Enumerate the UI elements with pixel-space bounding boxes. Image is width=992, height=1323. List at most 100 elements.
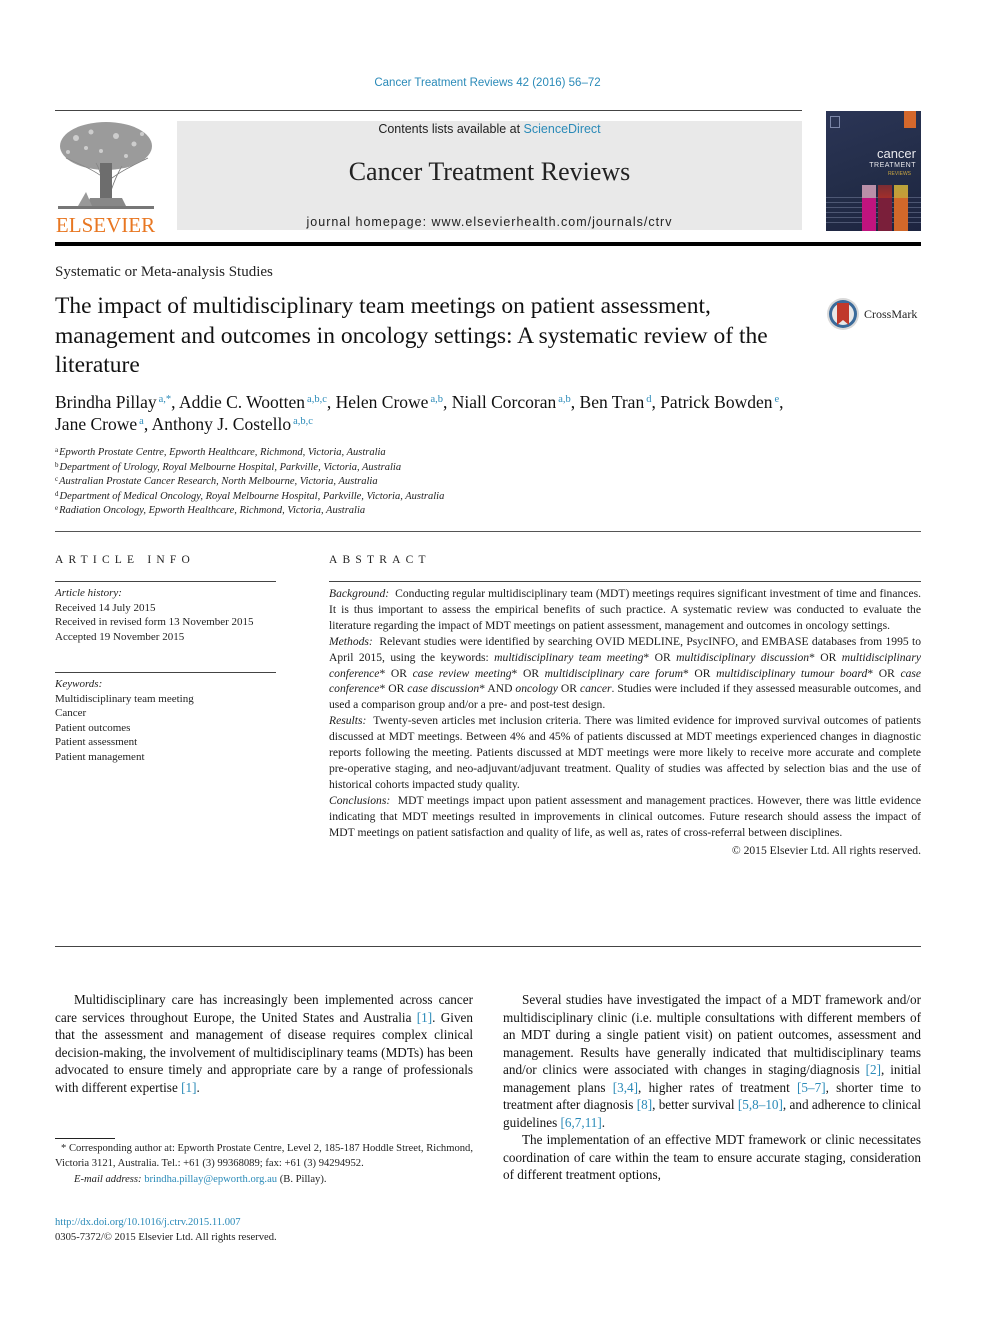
search-keyword: multidisciplinary team meeting (494, 650, 644, 664)
doi-block: http://dx.doi.org/10.1016/j.ctrv.2015.11… (55, 1216, 277, 1245)
keywords: Keywords: Multidisciplinary team meeting… (55, 677, 285, 764)
elsevier-tree-icon (55, 118, 156, 210)
body-text: . (601, 1114, 606, 1130)
elsevier-wordmark: ELSEVIER (55, 213, 156, 237)
search-keyword: case review meeting (412, 666, 512, 680)
journal-cover-image[interactable]: cancer TREATMENT REVIEWS (826, 111, 921, 231)
email-label: E-mail address: (74, 1174, 142, 1185)
conclusions-label: Conclusions: (329, 793, 391, 807)
author: Anthony J. Costello a,b,c (152, 414, 313, 434)
author-affiliation-marker[interactable]: a,* (159, 394, 172, 405)
author-separator: , (443, 392, 452, 412)
author-affiliation-marker[interactable]: a,b (558, 394, 571, 405)
author-separator: , (651, 392, 661, 412)
abstract-rule (329, 581, 921, 582)
methods-label: Methods: (329, 634, 373, 648)
cover-publisher-badge (830, 116, 840, 128)
cover-orange-tab (904, 111, 916, 128)
doi-link[interactable]: http://dx.doi.org/10.1016/j.ctrv.2015.11… (55, 1217, 241, 1228)
affiliation-key: a (55, 446, 59, 454)
crossmark-button[interactable]: CrossMark (826, 297, 917, 331)
methods-fragment: * OR (511, 666, 545, 680)
affiliation-text: Department of Urology, Royal Melbourne H… (59, 461, 402, 473)
author-name[interactable]: Jane Crowe (55, 414, 137, 434)
author-separator: , (570, 392, 580, 412)
header-thick-rule (55, 242, 921, 246)
author-name[interactable]: Anthony J. Costello (152, 414, 292, 434)
body-column-left: Multidisciplinary care has increasingly … (55, 991, 473, 1096)
author-separator: , (779, 392, 784, 412)
abstract-copyright: © 2015 Elsevier Ltd. All rights reserved… (731, 843, 921, 857)
cover-strip-crimson (878, 185, 892, 231)
body-paragraph: Multidisciplinary care has increasingly … (55, 991, 473, 1096)
history-received: Received 14 July 2015 (55, 601, 156, 614)
cover-subtitle-2: REVIEWS (887, 171, 911, 177)
cover-strip-orange (894, 185, 908, 231)
author-name[interactable]: Brindha Pillay (55, 392, 157, 412)
email-line: E-mail address: brindha.pillay@epworth.o… (55, 1173, 473, 1188)
keywords-label: Keywords: (55, 678, 103, 690)
author-name[interactable]: Ben Tran (580, 392, 645, 412)
author-list: Brindha Pillay a,*, Addie C. Wootten a,b,c… (55, 391, 935, 435)
search-keyword: multidisciplinary tumour board (716, 666, 868, 680)
author: Brindha Pillay a,*, (55, 392, 179, 412)
citation-link[interactable]: [3,4] (613, 1080, 638, 1095)
corresponding-author-footnote: * Corresponding author at: Epworth Prost… (55, 1142, 473, 1188)
body-text: Several studies have investigated the im… (503, 992, 921, 1077)
author-affiliation-marker[interactable]: a,b (430, 394, 443, 405)
keyword-item: Patient management (55, 750, 145, 763)
cover-strip-magenta (862, 185, 876, 231)
citation-link[interactable]: [5,8–10] (738, 1097, 783, 1112)
search-keyword: cancer (579, 682, 612, 696)
citation-link[interactable]: [8] (637, 1097, 652, 1112)
history-revised: Received in revised form 13 November 201… (55, 616, 254, 628)
affiliation-text: Department of Medical Oncology, Royal Me… (59, 490, 445, 502)
affiliation-item: bDepartment of Urology, Royal Melbourne … (55, 461, 655, 476)
journal-masthead: Contents lists available at ScienceDirec… (177, 121, 802, 230)
citation-link[interactable]: [2] (866, 1062, 881, 1077)
abstract-body: Background: Conducting regular multidisc… (329, 586, 921, 858)
body-text: The implementation of an effective MDT f… (503, 1132, 921, 1182)
article-history: Article history: Received 14 July 2015 R… (55, 586, 285, 644)
issn-copyright: 0305-7372/© 2015 Elsevier Ltd. All right… (55, 1231, 277, 1243)
citation-link[interactable]: [1] (181, 1080, 196, 1095)
author: Niall Corcoran a,b, (452, 392, 580, 412)
abstract-results: Results: Twenty-seven articles met inclu… (329, 713, 921, 793)
author-name[interactable]: Niall Corcoran (452, 392, 556, 412)
section-type: Systematic or Meta-analysis Studies (55, 264, 273, 280)
author-name[interactable]: Helen Crowe (336, 392, 429, 412)
citation-link[interactable]: [5–7] (797, 1080, 826, 1095)
methods-fragment: * OR (682, 666, 717, 680)
author-affiliation-marker[interactable]: a,b,c (293, 416, 313, 427)
search-keyword: multidisciplinary care forum (544, 666, 683, 680)
author-separator: , (171, 392, 179, 412)
conclusions-text: MDT meetings impact upon patient assessm… (329, 793, 921, 839)
abstract-background: Background: Conducting regular multidisc… (329, 586, 921, 634)
methods-fragment: * OR (643, 650, 677, 664)
results-text: Twenty-seven articles met inclusion crit… (329, 714, 921, 791)
keywords-rule (55, 672, 276, 673)
background-label: Background: (329, 587, 390, 600)
body-paragraph: The implementation of an effective MDT f… (503, 1131, 921, 1184)
author-name[interactable]: Patrick Bowden (660, 392, 772, 412)
journal-citation-link[interactable]: Cancer Treatment Reviews 42 (2016) 56–72 (0, 77, 975, 89)
corresponding-address: Corresponding author at: Epworth Prostat… (55, 1143, 473, 1169)
author-name[interactable]: Addie C. Wootten (179, 392, 305, 412)
citation-link[interactable]: [1] (417, 1010, 432, 1025)
section-divider (55, 531, 921, 532)
affiliation-text: Australian Prostate Cancer Research, Nor… (59, 476, 378, 487)
journal-homepage[interactable]: journal homepage: www.elsevierhealth.com… (177, 215, 802, 229)
sciencedirect-link[interactable]: ScienceDirect (524, 122, 601, 136)
citation-link[interactable]: [6,7,11] (561, 1115, 602, 1130)
search-keyword: oncology (515, 682, 558, 696)
elsevier-logo[interactable]: ELSEVIER (54, 118, 157, 236)
author-email-link[interactable]: brindha.pillay@epworth.org.au (144, 1174, 277, 1185)
abstract-methods: Methods: Relevant studies were identifie… (329, 634, 921, 714)
footnote-rule (55, 1138, 115, 1139)
author: Helen Crowe a,b, (336, 392, 452, 412)
cover-title: cancer (876, 146, 916, 161)
author-separator: , (143, 414, 152, 434)
history-label: Article history: (55, 587, 122, 599)
author-affiliation-marker[interactable]: a,b,c (307, 394, 327, 405)
cover-subtitle: TREATMENT (869, 162, 916, 169)
